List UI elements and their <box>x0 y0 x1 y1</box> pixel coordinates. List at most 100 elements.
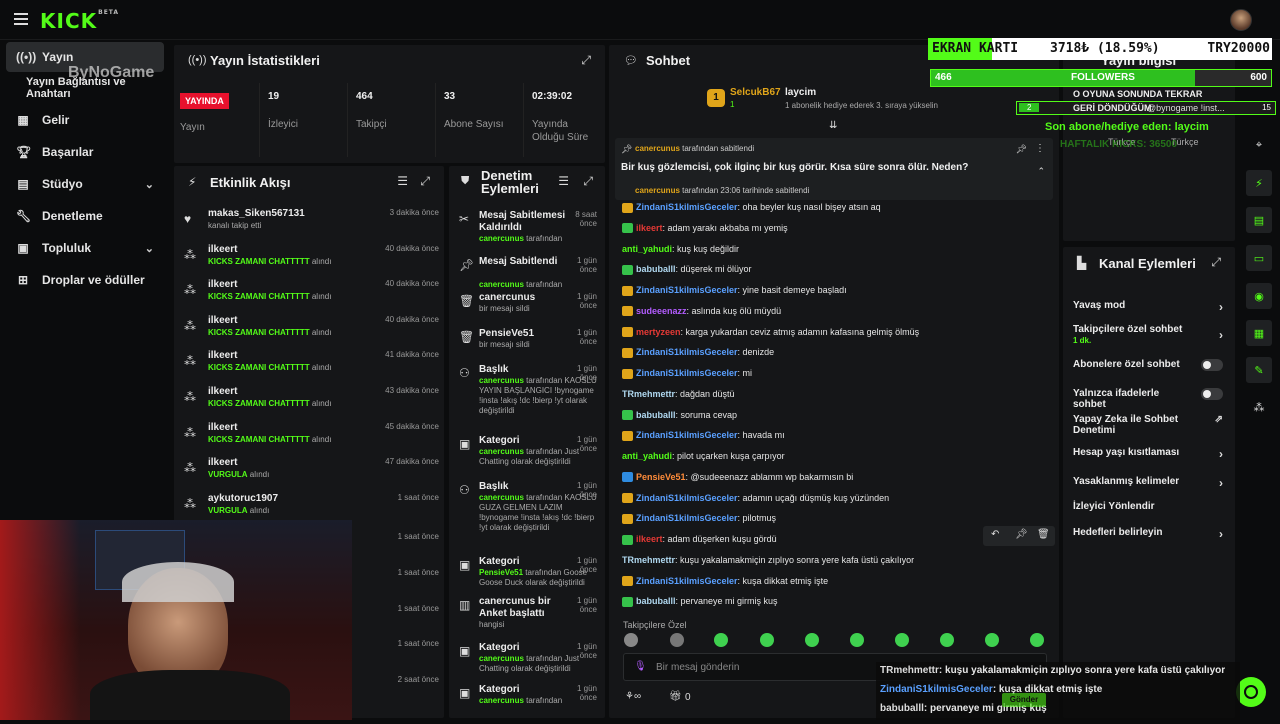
chat-message[interactable]: ZindaniS1kilmisGeceler: adamın uçağı düş… <box>622 493 889 504</box>
chat-username[interactable]: ZindaniS1kilmisGeceler <box>636 368 738 378</box>
chat-icon[interactable]: ▭ <box>1246 245 1272 271</box>
channel-action-row[interactable]: Hesap yaşı kısıtlaması › <box>1073 447 1223 461</box>
chat-username[interactable]: ZindaniS1kilmisGeceler <box>636 493 738 503</box>
sidebar-item-studio[interactable]: ▤ Stüdyo ⌄ <box>6 169 164 199</box>
pin-icon[interactable]: 📌︎ <box>1015 529 1028 540</box>
expand-icon[interactable]: ⤢ <box>420 174 430 189</box>
emote-icon[interactable] <box>805 633 819 647</box>
expand-icon[interactable]: ⤢ <box>581 53 591 68</box>
channel-action-row[interactable]: Hedefleri belirleyin › <box>1073 527 1223 541</box>
activity-row[interactable]: ♥ makas_Siken567131 kanalı takip etti 3 … <box>184 208 439 244</box>
sidebar-item-moderation[interactable]: 🔧︎ Denetleme <box>6 201 164 231</box>
chat-message[interactable]: babuballl: pervaneye mi girmiş kuş <box>622 596 778 607</box>
sidebar-item-achievements[interactable]: 🏆︎ Başarılar <box>6 137 164 167</box>
activity-row[interactable]: ⁂ ilkeert VURGULA alındı 47 dakika önce <box>184 457 439 493</box>
chat-username[interactable]: ZindaniS1kilmisGeceler <box>636 202 738 212</box>
filter-icon[interactable]: ☰ <box>397 174 408 188</box>
trash-icon[interactable]: 🗑︎ <box>1037 529 1050 540</box>
emote-icon[interactable] <box>940 633 954 647</box>
activity-row[interactable]: ⁂ ilkeert KICKS ZAMANI CHATTTTT alındı 4… <box>184 315 439 351</box>
activity-row[interactable]: ⁂ ilkeert KICKS ZAMANI CHATTTTT alındı 4… <box>184 279 439 315</box>
activity-row[interactable]: ⁂ ilkeert KICKS ZAMANI CHATTTTT alındı 4… <box>184 422 439 458</box>
community-icon[interactable]: ⁂ <box>1246 394 1272 420</box>
chat-message[interactable]: TRmehmettr: kuşu yakalamakmiçin zıplıyo … <box>622 555 914 565</box>
emote-icon[interactable] <box>1030 633 1044 647</box>
chat-username[interactable]: ZindaniS1kilmisGeceler <box>636 285 738 295</box>
sidebar-item-revenue[interactable]: ▦ Gelir <box>6 105 164 135</box>
send-button[interactable]: Gönder <box>1002 693 1046 707</box>
scroll-down-icon[interactable]: ⇊ <box>829 120 837 131</box>
channel-action-row[interactable]: Yapay Zeka ile Sohbet Denetimi ⇗ <box>1073 414 1223 436</box>
chat-username[interactable]: babuballl <box>636 410 676 420</box>
chat-message[interactable]: ZindaniS1kilmisGeceler: yine basit demey… <box>622 285 847 296</box>
chat-username[interactable]: sudeeenazz <box>636 306 687 316</box>
chat-message[interactable]: ZindaniS1kilmisGeceler: denizde <box>622 347 774 358</box>
channel-icon[interactable]: ▦ <box>1246 320 1272 346</box>
chat-message[interactable]: ZindaniS1kilmisGeceler: kuşa dikkat etmi… <box>622 576 828 587</box>
channel-action-row[interactable]: Abonelere özel sohbet <box>1073 359 1223 371</box>
camera-icon[interactable]: ⌖ <box>1246 132 1272 158</box>
expand-icon[interactable]: ⤢ <box>1211 255 1221 270</box>
document-icon[interactable]: ▤ <box>1246 207 1272 233</box>
chat-message[interactable]: babuballl: düşerek mi ölüyor <box>622 264 752 275</box>
channel-action-row[interactable]: Yavaş mod › <box>1073 300 1223 314</box>
moderation-row[interactable]: 📌︎ Mesaj Sabitlendi canercunus tarafında… <box>459 256 597 296</box>
chat-username[interactable]: TRmehmettr <box>622 555 675 565</box>
wrench-icon[interactable]: ✎ <box>1246 357 1272 383</box>
chat-username[interactable]: TRmehmettr <box>622 389 675 399</box>
menu-icon[interactable] <box>14 13 28 25</box>
moderation-row[interactable]: ✂ Mesaj Sabitlemesi Kaldırıldı canercunu… <box>459 210 597 250</box>
emote-icon[interactable] <box>850 633 864 647</box>
moderation-row[interactable]: ▣ Kategori canercunus tarafından Just Ch… <box>459 435 597 475</box>
chat-message[interactable]: ZindaniS1kilmisGeceler: oha beyler kuş n… <box>622 202 881 213</box>
chat-username[interactable]: ilkeert <box>636 534 663 544</box>
lightning-icon[interactable]: ⚡︎ <box>1246 170 1272 196</box>
chat-message[interactable]: sudeeenazz: aslında kuş ölü müydü <box>622 306 781 317</box>
more-options-icon[interactable]: ⋮ <box>1035 143 1045 154</box>
toggle-switch[interactable] <box>1201 388 1223 400</box>
user-avatar[interactable] <box>1230 9 1252 31</box>
filter-icon[interactable]: ☰ <box>558 174 569 188</box>
chat-username[interactable]: ZindaniS1kilmisGeceler <box>636 347 738 357</box>
chat-message[interactable]: ZindaniS1kilmisGeceler: mi <box>622 368 752 379</box>
sidebar-item-community[interactable]: ▣ Topluluk ⌄ <box>6 233 164 263</box>
chat-username[interactable]: babuballl <box>636 596 676 606</box>
moderation-row[interactable]: 🗑︎ canercunus bir mesajı sildi 1 gün önc… <box>459 292 597 332</box>
moderation-row[interactable]: ▥ canercunus bir Anket başlattı hangisi … <box>459 596 597 636</box>
chat-username[interactable]: ZindaniS1kilmisGeceler <box>636 576 738 586</box>
channel-action-row[interactable]: Yalnızca ifadelerle sohbet <box>1073 388 1223 410</box>
activity-row[interactable]: ⁂ ilkeert KICKS ZAMANI CHATTTTT alındı 4… <box>184 350 439 386</box>
gifter-name[interactable]: SelcukB67 <box>730 87 781 98</box>
moderation-row[interactable]: ▣ Kategori canercunus tarafından 1 gün ö… <box>459 684 597 724</box>
moderation-row[interactable]: ▣ Kategori PensieVe51 tarafından Goose G… <box>459 556 597 596</box>
help-button[interactable] <box>1236 677 1266 707</box>
chat-message[interactable]: anti_yahudi: pilot uçarken kuşa çarpıyor <box>622 451 785 461</box>
broadcast-icon[interactable]: ◉ <box>1246 283 1272 309</box>
chat-message[interactable]: TRmehmettr: dağdan düştü <box>622 389 735 399</box>
reply-icon[interactable]: ↶ <box>991 529 999 540</box>
chat-username[interactable]: anti_yahudi <box>622 244 672 254</box>
chevron-up-icon[interactable]: ⌃ <box>1037 166 1045 177</box>
emote-icon[interactable] <box>760 633 774 647</box>
chat-username[interactable]: anti_yahudi <box>622 451 672 461</box>
chat-username[interactable]: mertyzeen <box>636 327 681 337</box>
moderation-row[interactable]: 🗑︎ PensieVe51 bir mesajı sildi 1 gün önc… <box>459 328 597 368</box>
gift-target[interactable]: laycim <box>785 87 816 98</box>
chat-username[interactable]: ZindaniS1kilmisGeceler <box>636 430 738 440</box>
chat-message[interactable]: PensieVe51: @sudeeenazz ablamm wp bakarm… <box>622 472 853 483</box>
emote-icon[interactable] <box>624 633 638 647</box>
chat-message[interactable]: mertyzeen: karga yukardan ceviz atmış ad… <box>622 327 919 338</box>
channel-action-row[interactable]: Takipçilere özel sohbet 1 dk. › <box>1073 324 1223 345</box>
emote-icon[interactable] <box>985 633 999 647</box>
gift-icon[interactable]: 🎁︎ <box>669 691 682 702</box>
chat-username[interactable]: babuballl <box>636 264 676 274</box>
chat-username[interactable]: PensieVe51 <box>636 472 686 482</box>
sidebar-item-drops[interactable]: ⊞ Droplar ve ödüller <box>6 265 164 295</box>
channel-action-row[interactable]: Yasaklanmış kelimeler › <box>1073 476 1223 490</box>
emote-icon[interactable] <box>895 633 909 647</box>
emote-icon[interactable] <box>670 633 684 647</box>
chat-username[interactable]: ilkeert <box>636 223 663 233</box>
activity-row[interactable]: ⁂ ilkeert KICKS ZAMANI CHATTTTT alındı 4… <box>184 244 439 280</box>
chat-message[interactable]: ZindaniS1kilmisGeceler: pilotmuş <box>622 513 776 524</box>
chat-message[interactable]: ilkeert: adam düşerken kuşu gördü <box>622 534 777 545</box>
